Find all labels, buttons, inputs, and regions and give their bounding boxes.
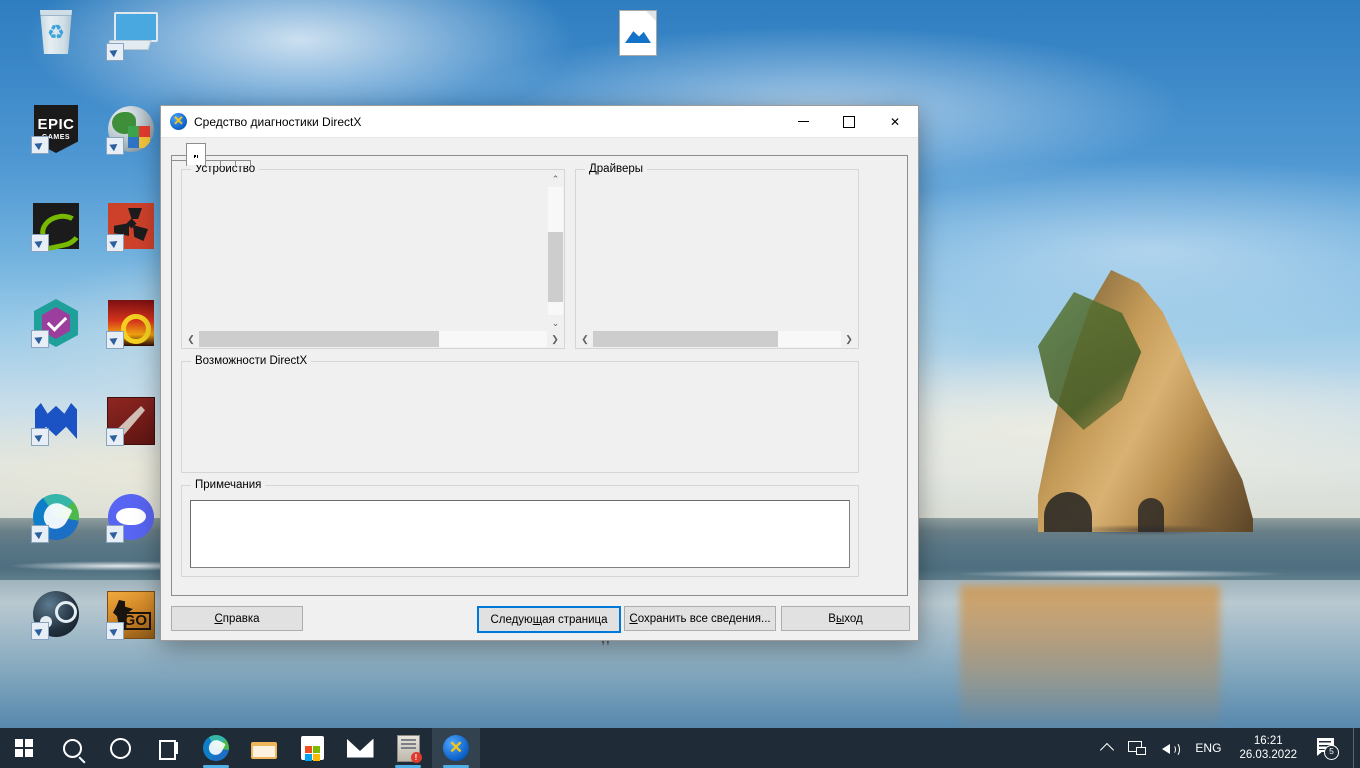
window-title-bar[interactable]: Средство диагностики DirectX ✕ [161, 106, 918, 138]
dxdiag-taskbar-button[interactable] [432, 728, 480, 768]
recycle-bin-icon [32, 10, 80, 58]
tab-5[interactable] [235, 160, 251, 166]
notification-count-badge: 5 [1324, 745, 1339, 760]
scroll-down-icon[interactable]: ⌄ [548, 315, 563, 331]
device-horizontal-scrollbar[interactable]: ❮ ❯ [183, 331, 563, 347]
furmark-icon [106, 300, 155, 349]
dota2-icon [106, 397, 155, 446]
close-button[interactable]: ✕ [872, 106, 918, 137]
task-view-button[interactable] [144, 728, 192, 768]
button-label: Сохранить все сведения... [629, 612, 771, 625]
show-hidden-icons-button[interactable] [1094, 728, 1120, 768]
directx-icon [170, 112, 187, 130]
tab-1[interactable] [171, 160, 187, 166]
wallpaper-rock-reflection [960, 585, 1220, 735]
shortcut-overlay-icon [31, 330, 49, 348]
mail-taskbar-button[interactable] [336, 728, 384, 768]
image-file-icon [614, 10, 662, 58]
this-pc-icon [106, 12, 158, 61]
shortcut-overlay-icon [31, 525, 49, 543]
tab-bar [161, 138, 918, 166]
shortcut-overlay-icon [31, 428, 49, 446]
network-icon[interactable] [1120, 728, 1154, 768]
clock[interactable]: 16:21 26.03.2022 [1229, 734, 1307, 762]
search-button[interactable] [48, 728, 96, 768]
shortcut-overlay-icon [106, 234, 124, 252]
drivers-group: Драйверы ❮ ❯ [575, 163, 859, 349]
clock-time: 16:21 [1253, 735, 1283, 747]
shortcut-overlay-icon [31, 622, 49, 640]
msi-afterburner-icon [106, 106, 155, 155]
file-explorer-taskbar-button[interactable] [240, 728, 288, 768]
drivers-horizontal-scrollbar[interactable]: ❮ ❯ [577, 331, 857, 347]
notes-group-title: Примечания [191, 479, 266, 491]
language-indicator[interactable]: ENG [1187, 728, 1229, 768]
system-alert-taskbar-button[interactable]: ! [384, 728, 432, 768]
tab-3[interactable] [205, 160, 221, 166]
discord-icon [106, 494, 155, 543]
shortcut-overlay-icon [106, 137, 124, 155]
notes-group: Примечания [181, 479, 859, 577]
microsoft-edge-taskbar-button[interactable] [192, 728, 240, 768]
device-vertical-scrollbar[interactable]: ⌃ ⌄ [548, 171, 563, 331]
tab-label [194, 155, 198, 157]
tab-4[interactable] [220, 160, 236, 166]
counter-strike-go-icon: GO [106, 591, 155, 640]
rust-game-icon [106, 203, 155, 252]
next-page-button[interactable]: Следующая страница [477, 606, 621, 633]
window-title: Средство диагностики DirectX [194, 114, 362, 129]
start-button[interactable] [0, 728, 48, 768]
directx-features-group: Возможности DirectX [181, 355, 859, 473]
shortcut-overlay-icon [106, 331, 124, 349]
kaspersky-icon [31, 299, 80, 348]
scroll-left-icon[interactable]: ❮ [183, 334, 199, 345]
shortcut-overlay-icon [106, 622, 124, 640]
exit-button[interactable]: Выход [781, 606, 910, 631]
show-desktop-button[interactable] [1353, 728, 1360, 768]
action-center-button[interactable]: 5 [1307, 728, 1353, 768]
button-label: Выход [828, 612, 863, 625]
scroll-right-icon[interactable]: ❯ [547, 334, 563, 345]
shortcut-overlay-icon [31, 136, 49, 154]
shortcut-overlay-icon [106, 428, 124, 446]
notes-textbox[interactable] [190, 500, 850, 568]
steam-icon [31, 591, 80, 640]
dxdiag-window: Средство диагностики DirectX ✕ Устройств… [160, 105, 919, 641]
taskbar: ! ENG 16:21 26.03.2022 5 [0, 728, 1360, 768]
scroll-right-icon[interactable]: ❯ [841, 334, 857, 345]
microsoft-store-taskbar-button[interactable] [288, 728, 336, 768]
device-group: Устройство ⌃ ⌄ ❮ ❯ [181, 163, 565, 349]
clock-date: 26.03.2022 [1239, 749, 1297, 761]
dialog-button-row: Справка Следующая страница Сохранить все… [171, 606, 910, 633]
features-group-title: Возможности DirectX [191, 355, 312, 367]
save-all-information-button[interactable]: Сохранить все сведения... [624, 606, 776, 631]
shortcut-overlay-icon [106, 43, 124, 61]
scroll-left-icon[interactable]: ❮ [577, 334, 593, 345]
minimize-button[interactable] [780, 106, 826, 137]
scroll-up-icon[interactable]: ⌃ [548, 171, 563, 187]
tab-2[interactable] [186, 143, 206, 165]
desktop-icon-image-file[interactable] [590, 8, 686, 62]
microsoft-edge-icon [31, 494, 80, 543]
malwarebytes-icon [31, 397, 80, 446]
geforce-experience-icon [31, 203, 80, 252]
cortana-button[interactable] [96, 728, 144, 768]
maximize-button[interactable] [826, 106, 872, 137]
button-label: Справка [214, 612, 260, 625]
shortcut-overlay-icon [106, 525, 124, 543]
desktop-icon-this-pc[interactable] [83, 8, 179, 64]
system-tray: ENG 16:21 26.03.2022 5 [1094, 728, 1360, 768]
tab-page-display: Устройство ⌃ ⌄ ❮ ❯ Драйверы ❮ ❯ Возможно… [171, 155, 908, 596]
volume-icon[interactable] [1154, 728, 1187, 768]
epic-games-icon: EPIC GAMES [31, 105, 80, 154]
taskbar-app-list: ! [0, 728, 480, 768]
wallpaper-rock-formation [1038, 270, 1253, 538]
help-button[interactable]: Справка [171, 606, 303, 631]
button-label: Следующая страница [490, 613, 608, 626]
shortcut-overlay-icon [31, 234, 49, 252]
